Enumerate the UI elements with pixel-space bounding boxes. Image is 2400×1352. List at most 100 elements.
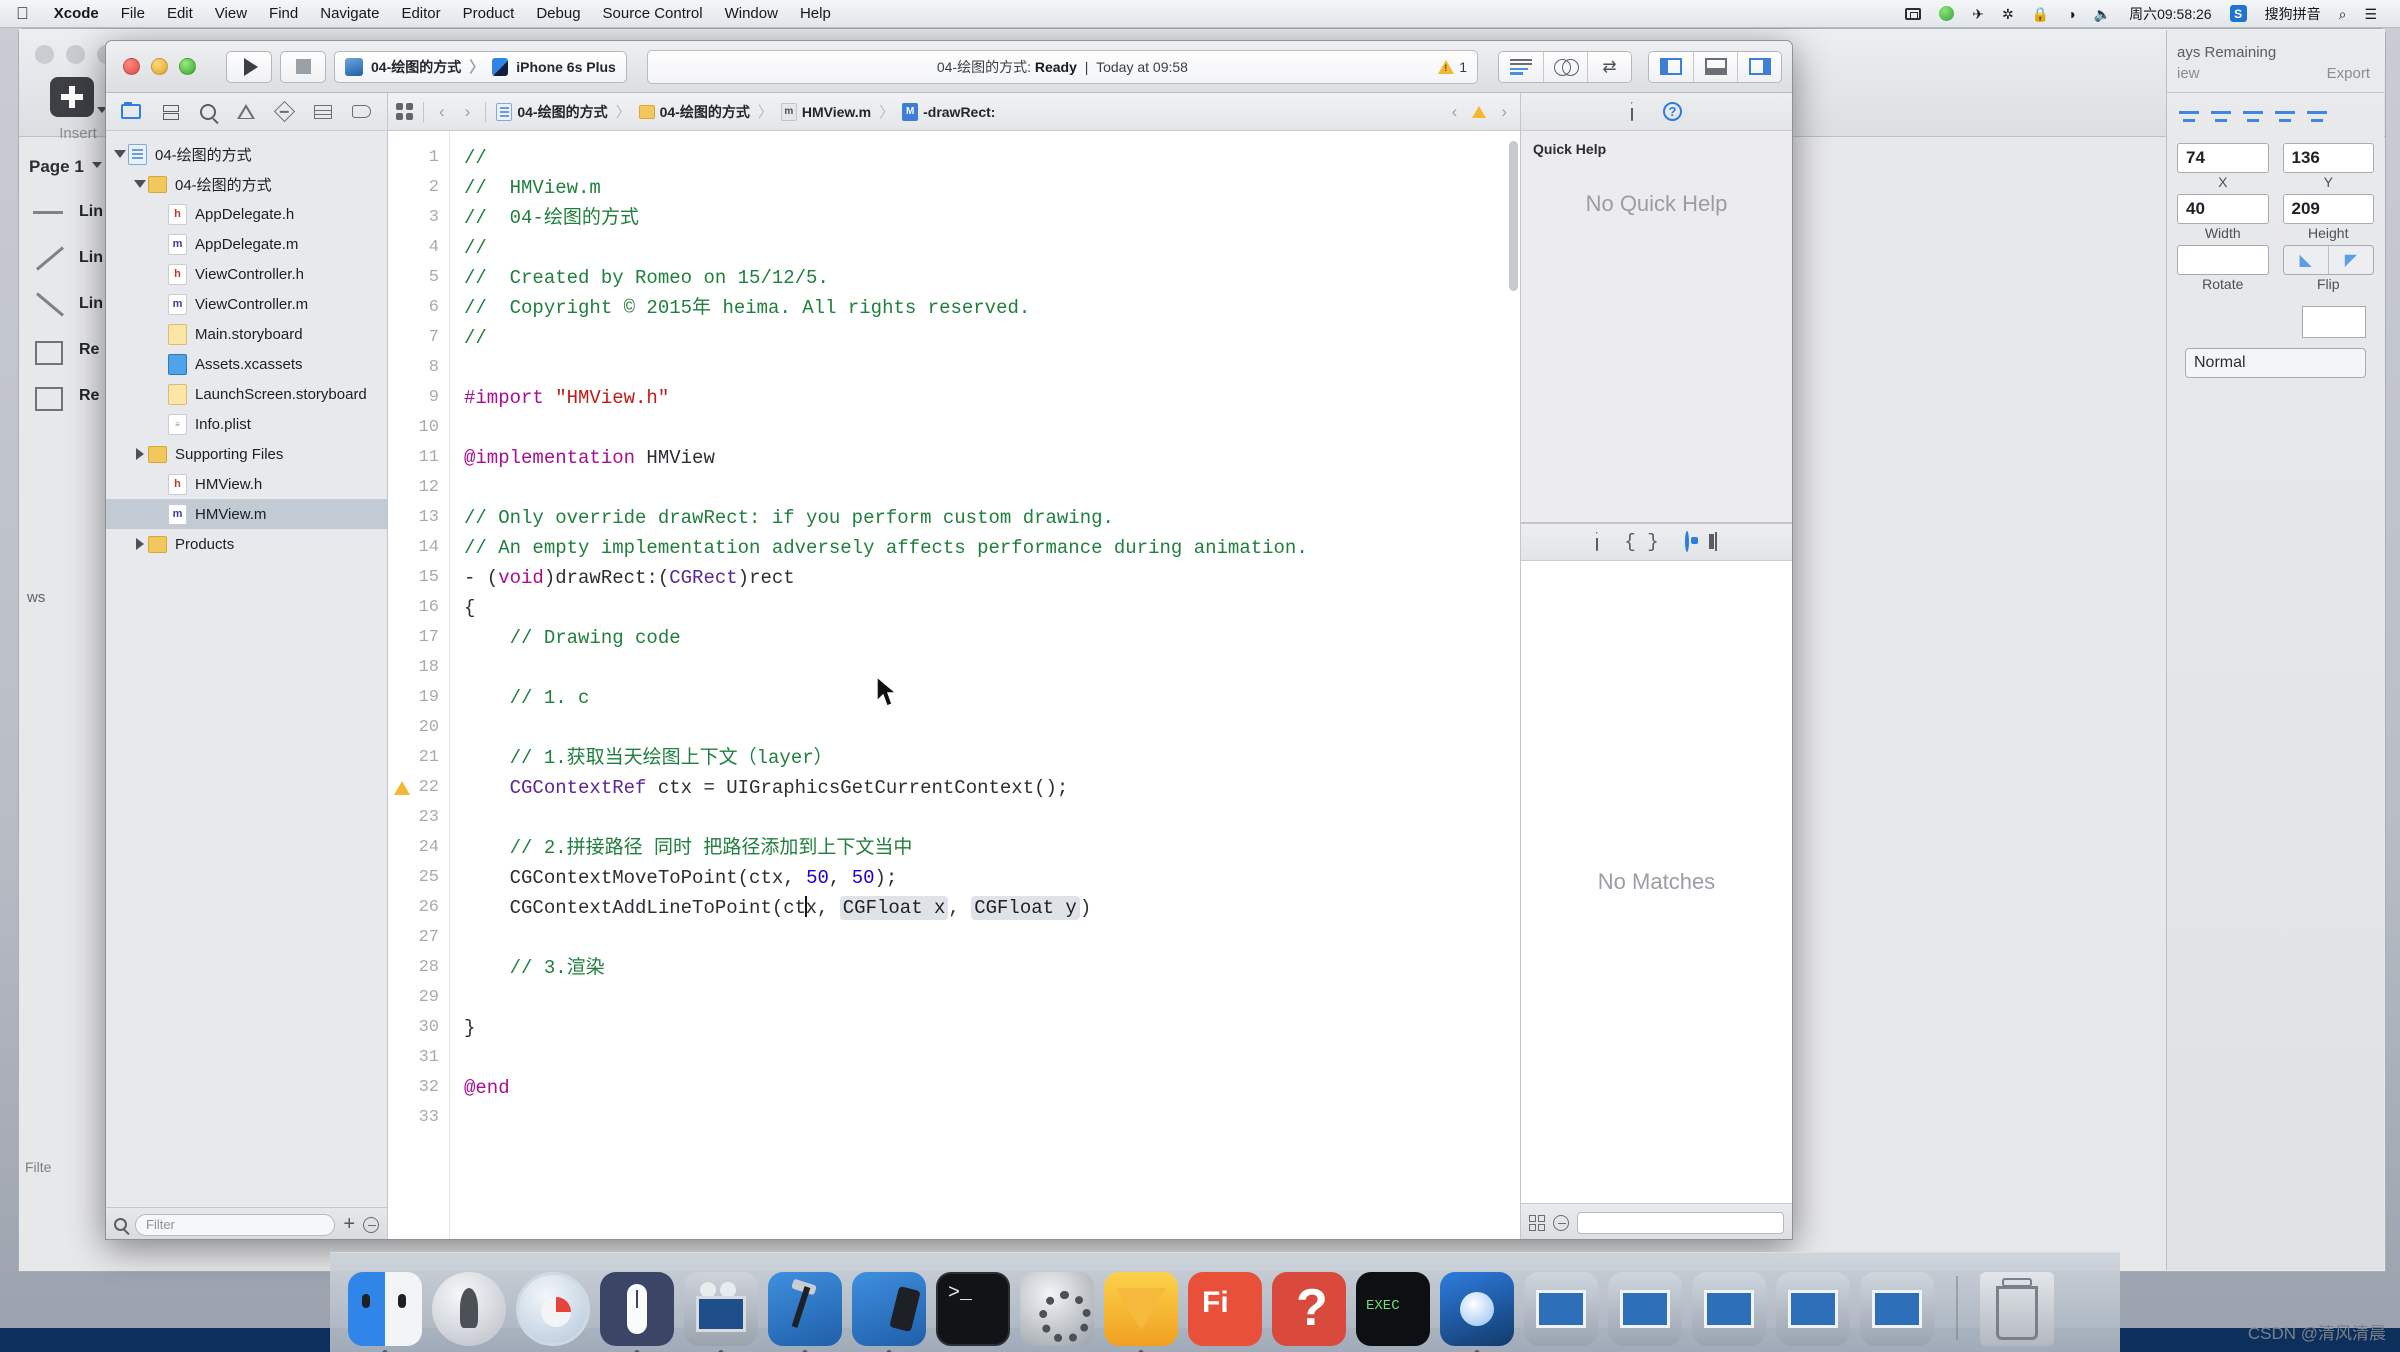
disclosure-triangle-icon[interactable] <box>132 180 148 188</box>
tree-item-supportingfiles[interactable]: Supporting Files <box>106 439 387 469</box>
tree-item-viewcontroller.m[interactable]: m ViewController.m <box>106 289 387 319</box>
export-button[interactable]: Export <box>2327 65 2370 82</box>
blend-mode-select[interactable]: Normal <box>2185 348 2366 378</box>
color-swatch[interactable] <box>2302 306 2366 338</box>
menu-item-file[interactable]: File <box>110 0 156 28</box>
align-center-icon[interactable] <box>2211 107 2231 127</box>
tree-item-info.plist[interactable]: ≡ Info.plist <box>106 409 387 439</box>
code-line[interactable] <box>464 1103 1520 1133</box>
tree-item-04[interactable]: 04-绘图的方式 <box>106 139 387 169</box>
tree-item-assets.xcassets[interactable]: Assets.xcassets <box>106 349 387 379</box>
play-status-icon[interactable] <box>1930 6 1963 21</box>
tree-item-launchscreen.storyboard[interactable]: LaunchScreen.storyboard <box>106 379 387 409</box>
library-search-input[interactable] <box>1577 1211 1784 1234</box>
code-line[interactable]: // 2.拼接路径 同时 把路径添加到上下文当中 <box>464 833 1520 863</box>
line-warning-icon[interactable] <box>394 781 410 795</box>
run-button[interactable] <box>226 50 272 83</box>
apple-menu-icon[interactable]:  <box>16 5 29 22</box>
dock-icon-system-preferences[interactable] <box>1020 1272 1094 1346</box>
flip-vertical-icon[interactable]: ◤ <box>2327 246 2373 274</box>
code-line[interactable]: @implementation HMView <box>464 443 1520 473</box>
flip-controls[interactable]: ◣ ◤ <box>2282 245 2374 275</box>
media-library-tab[interactable] <box>1714 532 1717 551</box>
code-line[interactable]: } <box>464 1013 1520 1043</box>
editor-mode-segmented[interactable]: ⇄ <box>1498 50 1632 83</box>
dock-icon-finder[interactable] <box>348 1272 422 1352</box>
dock-icon-exec-app[interactable] <box>1356 1272 1430 1346</box>
code-line[interactable] <box>464 473 1520 503</box>
dock-icon-quicktime[interactable] <box>684 1272 758 1352</box>
breadcrumb-item[interactable]: m HMView.m <box>780 102 871 121</box>
file-inspector-tab[interactable] <box>1631 101 1633 121</box>
utilities-toggle-button[interactable] <box>1737 51 1781 82</box>
code-line[interactable] <box>464 413 1520 443</box>
dock-icon-safari[interactable] <box>516 1272 590 1346</box>
disclosure-triangle-icon[interactable] <box>112 150 128 158</box>
wifi-icon[interactable]: ◑ <box>2058 0 2084 28</box>
input-method-badge[interactable]: S <box>2221 5 2256 22</box>
menu-item-xcode[interactable]: Xcode <box>43 0 110 28</box>
dock-icon-mou[interactable] <box>600 1272 674 1352</box>
input-method-label[interactable]: 搜狗拼音 <box>2256 0 2330 28</box>
code-line[interactable] <box>464 713 1520 743</box>
tree-item-viewcontroller.h[interactable]: h ViewController.h <box>106 259 387 289</box>
code-area[interactable]: 1 2 3 4 5 6 7 8 9 10 11 12 13 14 15 16 17 18 19 20 21 22 23 24 2… <box>388 131 1520 1239</box>
recent-files-icon[interactable] <box>363 1216 379 1233</box>
version-editor-button[interactable]: ⇄ <box>1587 51 1631 82</box>
code-line[interactable]: #import "HMView.h" <box>464 383 1520 413</box>
related-items-icon[interactable] <box>396 103 413 120</box>
add-file-button[interactable]: + <box>343 1213 355 1236</box>
list-view-icon[interactable] <box>1553 1214 1569 1231</box>
tree-item-appdelegate.h[interactable]: h AppDelegate.h <box>106 199 387 229</box>
breakpoint-navigator-tab[interactable] <box>349 100 375 124</box>
lock-icon[interactable]: 🔒 <box>2023 0 2058 28</box>
window-traffic-lights[interactable] <box>123 58 196 75</box>
y-field[interactable]: 136 <box>2282 143 2374 173</box>
warning-triangle-icon[interactable] <box>1472 105 1487 118</box>
code-line[interactable] <box>464 653 1520 683</box>
code-line[interactable] <box>464 353 1520 383</box>
issue-navigator-tab[interactable] <box>233 100 259 124</box>
object-library-tab[interactable] <box>1684 531 1689 552</box>
screen-record-icon[interactable] <box>1896 7 1930 20</box>
forward-button[interactable]: › <box>460 102 476 122</box>
find-navigator-tab[interactable] <box>195 100 221 124</box>
vertical-scrollbar[interactable] <box>1509 141 1518 291</box>
tree-item-hmview.h[interactable]: h HMView.h <box>106 469 387 499</box>
menu-item-source-control[interactable]: Source Control <box>592 0 714 28</box>
tree-item-appdelegate.m[interactable]: m AppDelegate.m <box>106 229 387 259</box>
code-line[interactable]: // Copyright © 2015年 heima. All rights r… <box>464 293 1520 323</box>
dock-icon-window-app-1[interactable] <box>1524 1272 1598 1346</box>
code-line[interactable]: // 04-绘图的方式 <box>464 203 1520 233</box>
code-line[interactable]: @end <box>464 1073 1520 1103</box>
menu-item-debug[interactable]: Debug <box>525 0 591 28</box>
breadcrumb-item[interactable]: 04-绘图的方式 <box>496 102 608 122</box>
assistant-editor-button[interactable] <box>1543 51 1587 82</box>
navigator-toggle-button[interactable] <box>1649 51 1693 82</box>
completion-placeholder[interactable]: CGFloat y <box>971 896 1080 920</box>
align-right-icon[interactable] <box>2243 107 2263 127</box>
previous-issue-button[interactable]: ‹ <box>1447 102 1463 122</box>
menu-item-product[interactable]: Product <box>452 0 526 28</box>
code-line[interactable]: // An empty implementation adversely aff… <box>464 533 1520 563</box>
code-line[interactable] <box>464 983 1520 1013</box>
code-snippet-library-tab[interactable]: { } <box>1624 531 1658 553</box>
completion-placeholder[interactable]: CGFloat x <box>839 896 949 920</box>
code-line[interactable]: { <box>464 593 1520 623</box>
dock-icon-sketch[interactable] <box>1104 1272 1178 1352</box>
code-line[interactable]: // 3.渲染 <box>464 953 1520 983</box>
breadcrumb-item[interactable]: 04-绘图的方式 <box>638 102 750 122</box>
stop-button[interactable] <box>280 50 326 83</box>
dock-icon-window-app-3[interactable] <box>1692 1272 1766 1346</box>
align-tools[interactable] <box>2167 95 2384 139</box>
code-line[interactable]: // 1.获取当天绘图上下文（layer） <box>464 743 1520 773</box>
distribute-h-icon[interactable] <box>2275 107 2295 127</box>
disclosure-triangle-icon[interactable] <box>132 448 148 460</box>
notification-center-icon[interactable]: ☰ <box>2355 0 2386 28</box>
debug-area-toggle-button[interactable] <box>1693 51 1737 82</box>
volume-icon[interactable]: 🔈 <box>2085 0 2120 28</box>
file-template-library-tab[interactable] <box>1596 532 1599 551</box>
x-field[interactable]: 74 <box>2177 143 2269 173</box>
menu-bar-clock[interactable]: 周六09:58:26 <box>2120 0 2221 28</box>
width-field[interactable]: 40 <box>2177 194 2269 224</box>
